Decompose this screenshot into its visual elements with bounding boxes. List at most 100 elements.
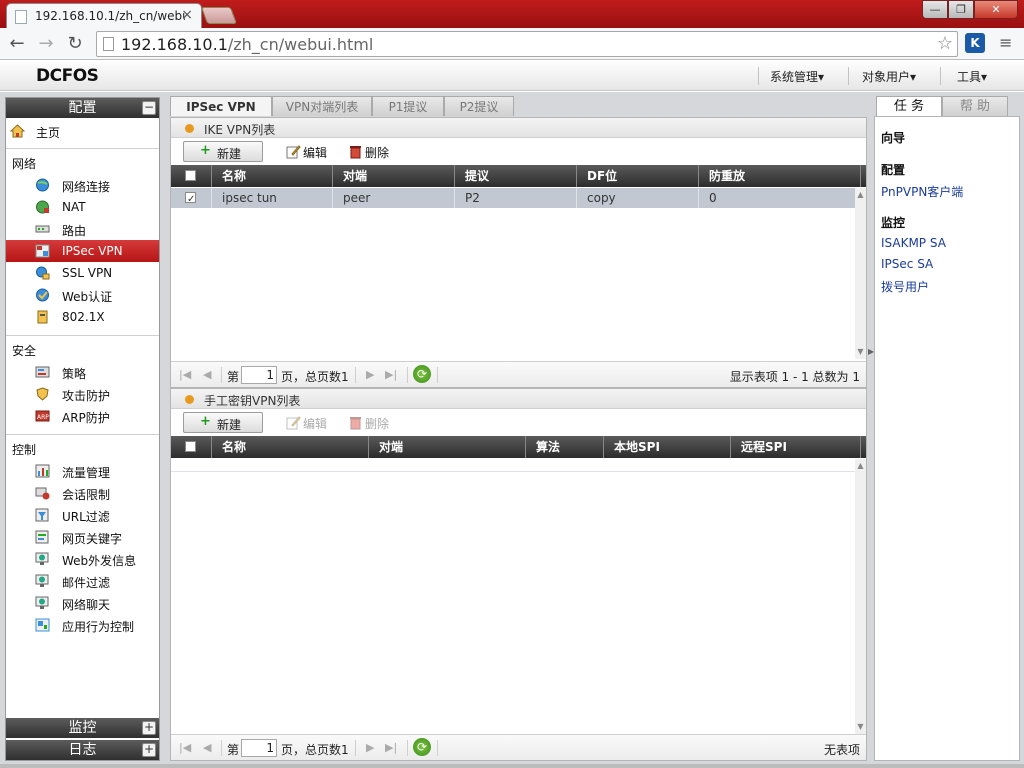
minimize-button[interactable]: —: [922, 0, 948, 19]
nav-web-keyword[interactable]: 网页关键字: [6, 526, 159, 548]
page-number-input[interactable]: 1: [241, 366, 277, 384]
first-page-icon[interactable]: |◀: [179, 368, 191, 381]
menu-objects-users[interactable]: 对象用户▾: [862, 68, 916, 85]
scroll-up-icon[interactable]: ▲: [855, 461, 866, 471]
last-page-icon[interactable]: ▶|: [385, 368, 397, 381]
expand-icon[interactable]: +: [142, 721, 156, 735]
browser-menu-icon[interactable]: ≡: [999, 34, 1015, 52]
page-number-input[interactable]: 1: [241, 739, 277, 757]
manual-new-button[interactable]: + 新建: [183, 412, 263, 433]
tab-close-icon[interactable]: ×: [181, 7, 193, 23]
nav-label: 攻击防护: [62, 389, 111, 403]
menu-tools[interactable]: 工具▾: [957, 68, 987, 85]
ike-new-button[interactable]: + 新建: [183, 141, 263, 162]
extension-icon[interactable]: K: [965, 33, 985, 53]
link-dialup-users[interactable]: 拨号用户: [881, 278, 929, 295]
manual-table-scrollbar[interactable]: ▲ ▼: [855, 459, 866, 734]
nav-mail-filter[interactable]: 邮件过滤: [6, 570, 159, 592]
column-header[interactable]: 名称: [212, 436, 369, 458]
next-page-icon[interactable]: ▶: [366, 368, 374, 381]
collapse-icon[interactable]: −: [142, 101, 156, 115]
monitor-panel-header[interactable]: 监控 +: [6, 718, 159, 738]
nav-web-auth[interactable]: Web认证: [6, 284, 159, 306]
refresh-icon[interactable]: ⟳: [413, 365, 431, 383]
nav-ssl-vpn[interactable]: SSL VPN: [6, 262, 159, 284]
column-header[interactable]: 名称: [212, 165, 333, 187]
tab-vpn-peer-list[interactable]: VPN对端列表: [272, 96, 372, 116]
row-checkbox[interactable]: [185, 190, 196, 210]
nav-ipsec-vpn[interactable]: IPSec VPN: [6, 240, 159, 262]
select-all-checkbox[interactable]: [185, 170, 196, 181]
table-row[interactable]: ipsec tun peer P2 copy 0: [171, 188, 855, 210]
scroll-up-icon[interactable]: ▲: [855, 190, 866, 200]
nav-arp-protection[interactable]: ARP ARP防护: [6, 405, 159, 427]
menu-system-admin[interactable]: 系统管理▾: [770, 68, 824, 85]
tab-help[interactable]: 帮 助: [942, 96, 1008, 116]
forward-icon[interactable]: →: [35, 33, 57, 55]
nav-web-outbound-info[interactable]: Web外发信息: [6, 548, 159, 570]
back-icon[interactable]: ←: [6, 33, 28, 55]
refresh-icon[interactable]: ⟳: [413, 738, 431, 756]
column-header[interactable]: 提议: [455, 165, 577, 187]
menu-divider: [940, 67, 941, 85]
column-header[interactable]: DF位: [577, 165, 699, 187]
nav-app-behavior-control[interactable]: 应用行为控制: [6, 614, 159, 636]
close-window-button[interactable]: ✕: [974, 0, 1018, 19]
select-all-checkbox[interactable]: [185, 441, 196, 452]
nav-url-filter[interactable]: URL过滤: [6, 504, 159, 526]
config-label: 配置: [881, 163, 906, 177]
tab-tasks[interactable]: 任 务: [876, 96, 942, 116]
cell-text: ipsec tun: [222, 191, 277, 205]
link-isakmp-sa[interactable]: ISAKMP SA: [881, 236, 946, 250]
maximize-button[interactable]: ❐: [948, 0, 974, 19]
column-header[interactable]: 本地SPI: [604, 436, 731, 458]
column-header[interactable]: 对端: [333, 165, 455, 187]
nav-8021x[interactable]: 802.1X: [6, 306, 159, 328]
last-page-icon[interactable]: ▶|: [385, 741, 397, 754]
first-page-icon[interactable]: |◀: [179, 741, 191, 754]
nav-label: 流量管理: [62, 466, 111, 480]
address-bar[interactable]: 192.168.10.1/zh_cn/webui.html ☆: [96, 31, 958, 57]
scroll-down-icon[interactable]: ▼: [855, 722, 866, 732]
section-bullet-icon: [185, 395, 194, 404]
nav-network-connection[interactable]: 网络连接: [6, 174, 159, 196]
ike-edit-button[interactable]: 编辑: [286, 143, 336, 161]
ike-table-scrollbar[interactable]: ▲ ▼: [855, 188, 866, 359]
ike-delete-button[interactable]: 删除: [348, 143, 398, 161]
config-panel-header[interactable]: 配置 −: [6, 98, 159, 118]
nav-traffic-management[interactable]: 流量管理: [6, 460, 159, 482]
panel-splitter-icon[interactable]: ▶: [868, 347, 874, 357]
nav-session-limit[interactable]: 会话限制: [6, 482, 159, 504]
monitor-label: 监控: [881, 216, 906, 230]
nav-policy[interactable]: 策略: [6, 361, 159, 383]
tab-p1-proposal[interactable]: P1提议: [372, 96, 444, 116]
edit-icon: [286, 145, 301, 159]
log-panel-header[interactable]: 日志 +: [6, 740, 159, 760]
bookmark-star-icon[interactable]: ☆: [937, 33, 953, 54]
manual-edit-button[interactable]: 编辑: [286, 414, 336, 432]
column-header[interactable]: 对端: [369, 436, 526, 458]
nav-nat[interactable]: NAT: [6, 196, 159, 218]
column-header[interactable]: 防重放: [699, 165, 861, 187]
expand-icon[interactable]: +: [142, 743, 156, 757]
new-tab-button[interactable]: [200, 7, 238, 24]
prev-page-icon[interactable]: ◀: [203, 368, 211, 381]
tab-p2-proposal[interactable]: P2提议: [444, 96, 514, 116]
reload-icon[interactable]: ↻: [64, 33, 86, 55]
next-page-icon[interactable]: ▶: [366, 741, 374, 754]
prev-page-icon[interactable]: ◀: [203, 741, 211, 754]
nav-home[interactable]: 主页: [6, 120, 159, 142]
column-header[interactable]: 远程SPI: [731, 436, 861, 458]
link-ipsec-sa[interactable]: IPSec SA: [881, 257, 933, 271]
browser-tab[interactable]: 192.168.10.1/zh_cn/webui.html ×: [6, 3, 202, 28]
ike-new-label: 新建: [217, 147, 242, 161]
column-header[interactable]: 算法: [526, 436, 604, 458]
nav-routing[interactable]: 路由: [6, 218, 159, 240]
manual-delete-button[interactable]: 删除: [348, 414, 398, 432]
nav-network-chat[interactable]: 网络聊天: [6, 592, 159, 614]
link-pnpvpn-client[interactable]: PnPVPN客户端: [881, 183, 963, 200]
page-prefix: 第: [227, 743, 240, 757]
tab-ipsec-vpn[interactable]: IPSec VPN: [170, 96, 272, 116]
scroll-down-icon[interactable]: ▼: [855, 347, 866, 357]
nav-attack-protection[interactable]: 攻击防护: [6, 383, 159, 405]
